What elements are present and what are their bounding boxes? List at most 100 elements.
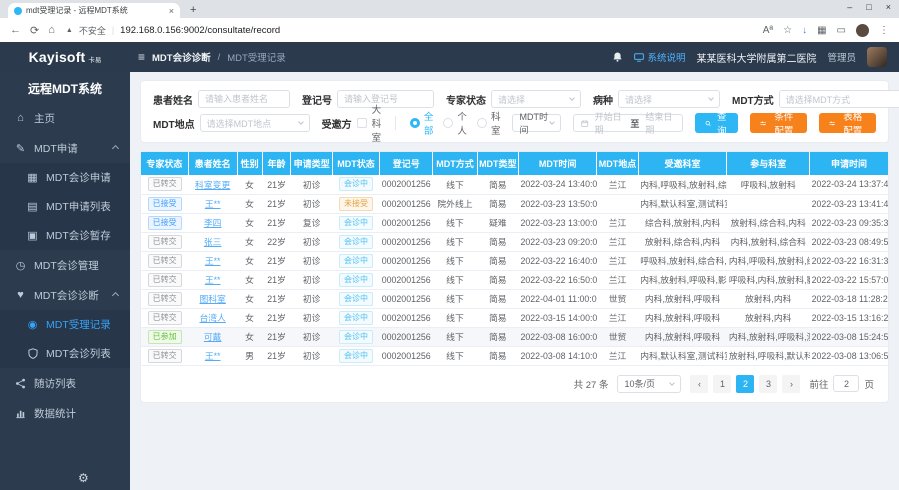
goto-page-input[interactable] bbox=[833, 375, 859, 392]
home-nav-icon[interactable]: ⌂ bbox=[48, 24, 55, 36]
table-body: 已转交科室变更女21岁初诊会诊中0002001256线下简易2022-03-24… bbox=[141, 175, 888, 365]
condition-config-button[interactable]: 条件配置 bbox=[750, 113, 807, 133]
table-cell: 简易 bbox=[477, 251, 518, 270]
window-maximize-button[interactable]: □ bbox=[866, 2, 871, 12]
window-minimize-button[interactable]: – bbox=[847, 2, 852, 12]
table-cell: 2022-03-23 13:50:00 bbox=[519, 194, 597, 213]
mdt-status-tag: 会诊中 bbox=[339, 330, 373, 344]
patient-name-link[interactable]: 王** bbox=[205, 275, 221, 285]
table-cell: 会诊中 bbox=[332, 346, 379, 365]
sidebar-item-consult-apply[interactable]: ▦ MDT会诊申请 bbox=[0, 163, 130, 192]
cast-icon[interactable]: ▭ bbox=[837, 25, 846, 36]
notification-bell-icon[interactable] bbox=[612, 51, 623, 63]
table-cell: 2022-04-01 11:00:00 bbox=[519, 289, 597, 308]
font-size-icon[interactable]: Aª bbox=[763, 25, 773, 36]
table-row: 已转交王**女21岁初诊会诊中0002001256线下简易2022-03-22 … bbox=[141, 251, 888, 270]
patient-name-link[interactable]: 王** bbox=[205, 256, 221, 266]
date-range-picker[interactable]: 开始日期 至 结束日期 bbox=[573, 114, 683, 132]
main-content: 患者姓名 登记号 专家状态 请选择 病种 请选择 bbox=[130, 72, 899, 490]
expert-status-tag: 已参加 bbox=[148, 330, 182, 344]
page-button[interactable]: 2 bbox=[736, 375, 754, 393]
sidebar-item-consult-manage[interactable]: ◷ MDT会诊管理 bbox=[0, 250, 130, 280]
sidebar-collapse-icon[interactable]: ≡ bbox=[138, 50, 145, 64]
page-size-select[interactable]: 10条/页 bbox=[617, 375, 681, 393]
sidebar-item-accept-records[interactable]: ◉ MDT受理记录 bbox=[0, 310, 130, 339]
window-close-button[interactable]: × bbox=[886, 2, 891, 12]
download-icon[interactable]: ↓ bbox=[802, 25, 807, 36]
extensions-icon[interactable]: ▦ bbox=[817, 25, 826, 36]
expert-status-select[interactable]: 请选择 bbox=[491, 90, 581, 108]
url-field[interactable]: ▲ 不安全 | 192.168.0.156:9002/consultate/re… bbox=[64, 24, 754, 37]
big-dept-checkbox[interactable] bbox=[357, 118, 367, 128]
table-cell: 21岁 bbox=[262, 213, 291, 232]
table-cell: 初诊 bbox=[291, 232, 332, 251]
invitee-radio[interactable] bbox=[443, 118, 453, 128]
sidebar-item-statistics[interactable]: 数据统计 bbox=[0, 398, 130, 428]
patient-name-link[interactable]: 图科室 bbox=[199, 294, 225, 304]
invitee-radio-label[interactable]: 个人 bbox=[457, 109, 467, 137]
select-placeholder: 请选择MDT地点 bbox=[207, 117, 272, 130]
table-cell: 兰江 bbox=[597, 213, 638, 232]
table-cell: 兰江 bbox=[597, 346, 638, 365]
reload-icon[interactable]: ⟳ bbox=[30, 24, 39, 37]
invitee-radio-label[interactable]: 全部 bbox=[424, 109, 434, 137]
browser-tab[interactable]: mdt受理记录 - 远程MDT系统 × bbox=[8, 3, 180, 18]
invitee-radio[interactable] bbox=[477, 118, 487, 128]
sidebar-item-mdt-apply[interactable]: ✎ MDT申请 bbox=[0, 133, 130, 163]
sidebar-item-home[interactable]: ⌂ 主页 bbox=[0, 103, 130, 133]
table-cell: 2022-03-18 11:28:25 bbox=[810, 289, 888, 308]
mdt-place-select[interactable]: 请选择MDT地点 bbox=[200, 114, 310, 132]
table-row: 已转交科室变更女21岁初诊会诊中0002001256线下简易2022-03-24… bbox=[141, 175, 888, 194]
invitee-radio-group: 全部 个人 科室 bbox=[410, 109, 501, 137]
sidebar-item-consult-diagnose[interactable]: ♥ MDT会诊诊断 bbox=[0, 280, 130, 310]
mdt-mode-select[interactable]: 请选择MDT方式 bbox=[779, 90, 899, 108]
sidebar-item-consult-list[interactable]: MDT会诊列表 bbox=[0, 339, 130, 368]
sidebar-item-consult-draft[interactable]: ▣ MDT会诊暂存 bbox=[0, 221, 130, 250]
chevron-down-icon bbox=[708, 95, 714, 101]
table-cell: 简易 bbox=[477, 346, 518, 365]
table-row: 已转交王**男21岁初诊会诊中0002001256线下简易2022-03-08 … bbox=[141, 346, 888, 365]
expert-status-tag: 已转交 bbox=[148, 311, 182, 325]
patient-name-link[interactable]: 王** bbox=[205, 199, 221, 209]
patient-name-link[interactable]: 王** bbox=[205, 351, 221, 361]
table-cell: 图科室 bbox=[188, 289, 237, 308]
page-button[interactable]: 3 bbox=[759, 375, 777, 393]
invitee-radio-label[interactable]: 科室 bbox=[491, 109, 501, 137]
patient-name-link[interactable]: 李四 bbox=[204, 218, 222, 228]
system-help-link[interactable]: 系统说明 bbox=[634, 50, 685, 64]
table-cell: 已接受 bbox=[141, 194, 188, 213]
table-config-button[interactable]: 表格配置 bbox=[819, 113, 876, 133]
invitee-radio[interactable] bbox=[410, 118, 420, 128]
settings-gear-icon[interactable]: ⚙ bbox=[78, 471, 89, 485]
back-icon[interactable]: ← bbox=[10, 24, 21, 36]
time-field-select[interactable]: MDT时间 bbox=[512, 114, 561, 132]
table-cell: 台湾人 bbox=[188, 308, 237, 327]
patient-name-link[interactable]: 台湾人 bbox=[199, 313, 225, 323]
browser-profile-avatar[interactable] bbox=[856, 24, 869, 37]
user-avatar[interactable] bbox=[867, 47, 887, 67]
column-header: MDT类型 bbox=[477, 152, 518, 175]
tab-close-icon[interactable]: × bbox=[169, 6, 174, 16]
prev-page-button[interactable]: ‹ bbox=[690, 375, 708, 393]
mdt-mode-label: MDT方式 bbox=[732, 92, 774, 107]
patient-name-link[interactable]: 张三 bbox=[204, 237, 222, 247]
disease-select[interactable]: 请选择 bbox=[618, 90, 720, 108]
patient-name-link[interactable]: 科室变更 bbox=[195, 180, 230, 190]
table-cell: 女 bbox=[237, 308, 262, 327]
table-cell: 女 bbox=[237, 289, 262, 308]
next-page-button[interactable]: › bbox=[782, 375, 800, 393]
new-tab-button[interactable]: + bbox=[190, 4, 196, 16]
table-cell: 0002001256 bbox=[380, 346, 433, 365]
bookmark-star-icon[interactable]: ☆ bbox=[783, 25, 792, 36]
table-cell: 21岁 bbox=[262, 194, 291, 213]
patient-name-link[interactable]: 可戴 bbox=[204, 332, 222, 342]
table-cell: 已参加 bbox=[141, 327, 188, 346]
sidebar-item-followup-list[interactable]: 随访列表 bbox=[0, 368, 130, 398]
shield-icon bbox=[26, 348, 39, 359]
browser-menu-icon[interactable]: ⋮ bbox=[879, 25, 889, 36]
table-cell: 2022-03-08 16:00:00 bbox=[519, 327, 597, 346]
patient-name-input[interactable] bbox=[198, 90, 290, 108]
sidebar-item-apply-list[interactable]: ▤ MDT申请列表 bbox=[0, 192, 130, 221]
page-button[interactable]: 1 bbox=[713, 375, 731, 393]
search-button[interactable]: 查询 bbox=[695, 113, 738, 133]
